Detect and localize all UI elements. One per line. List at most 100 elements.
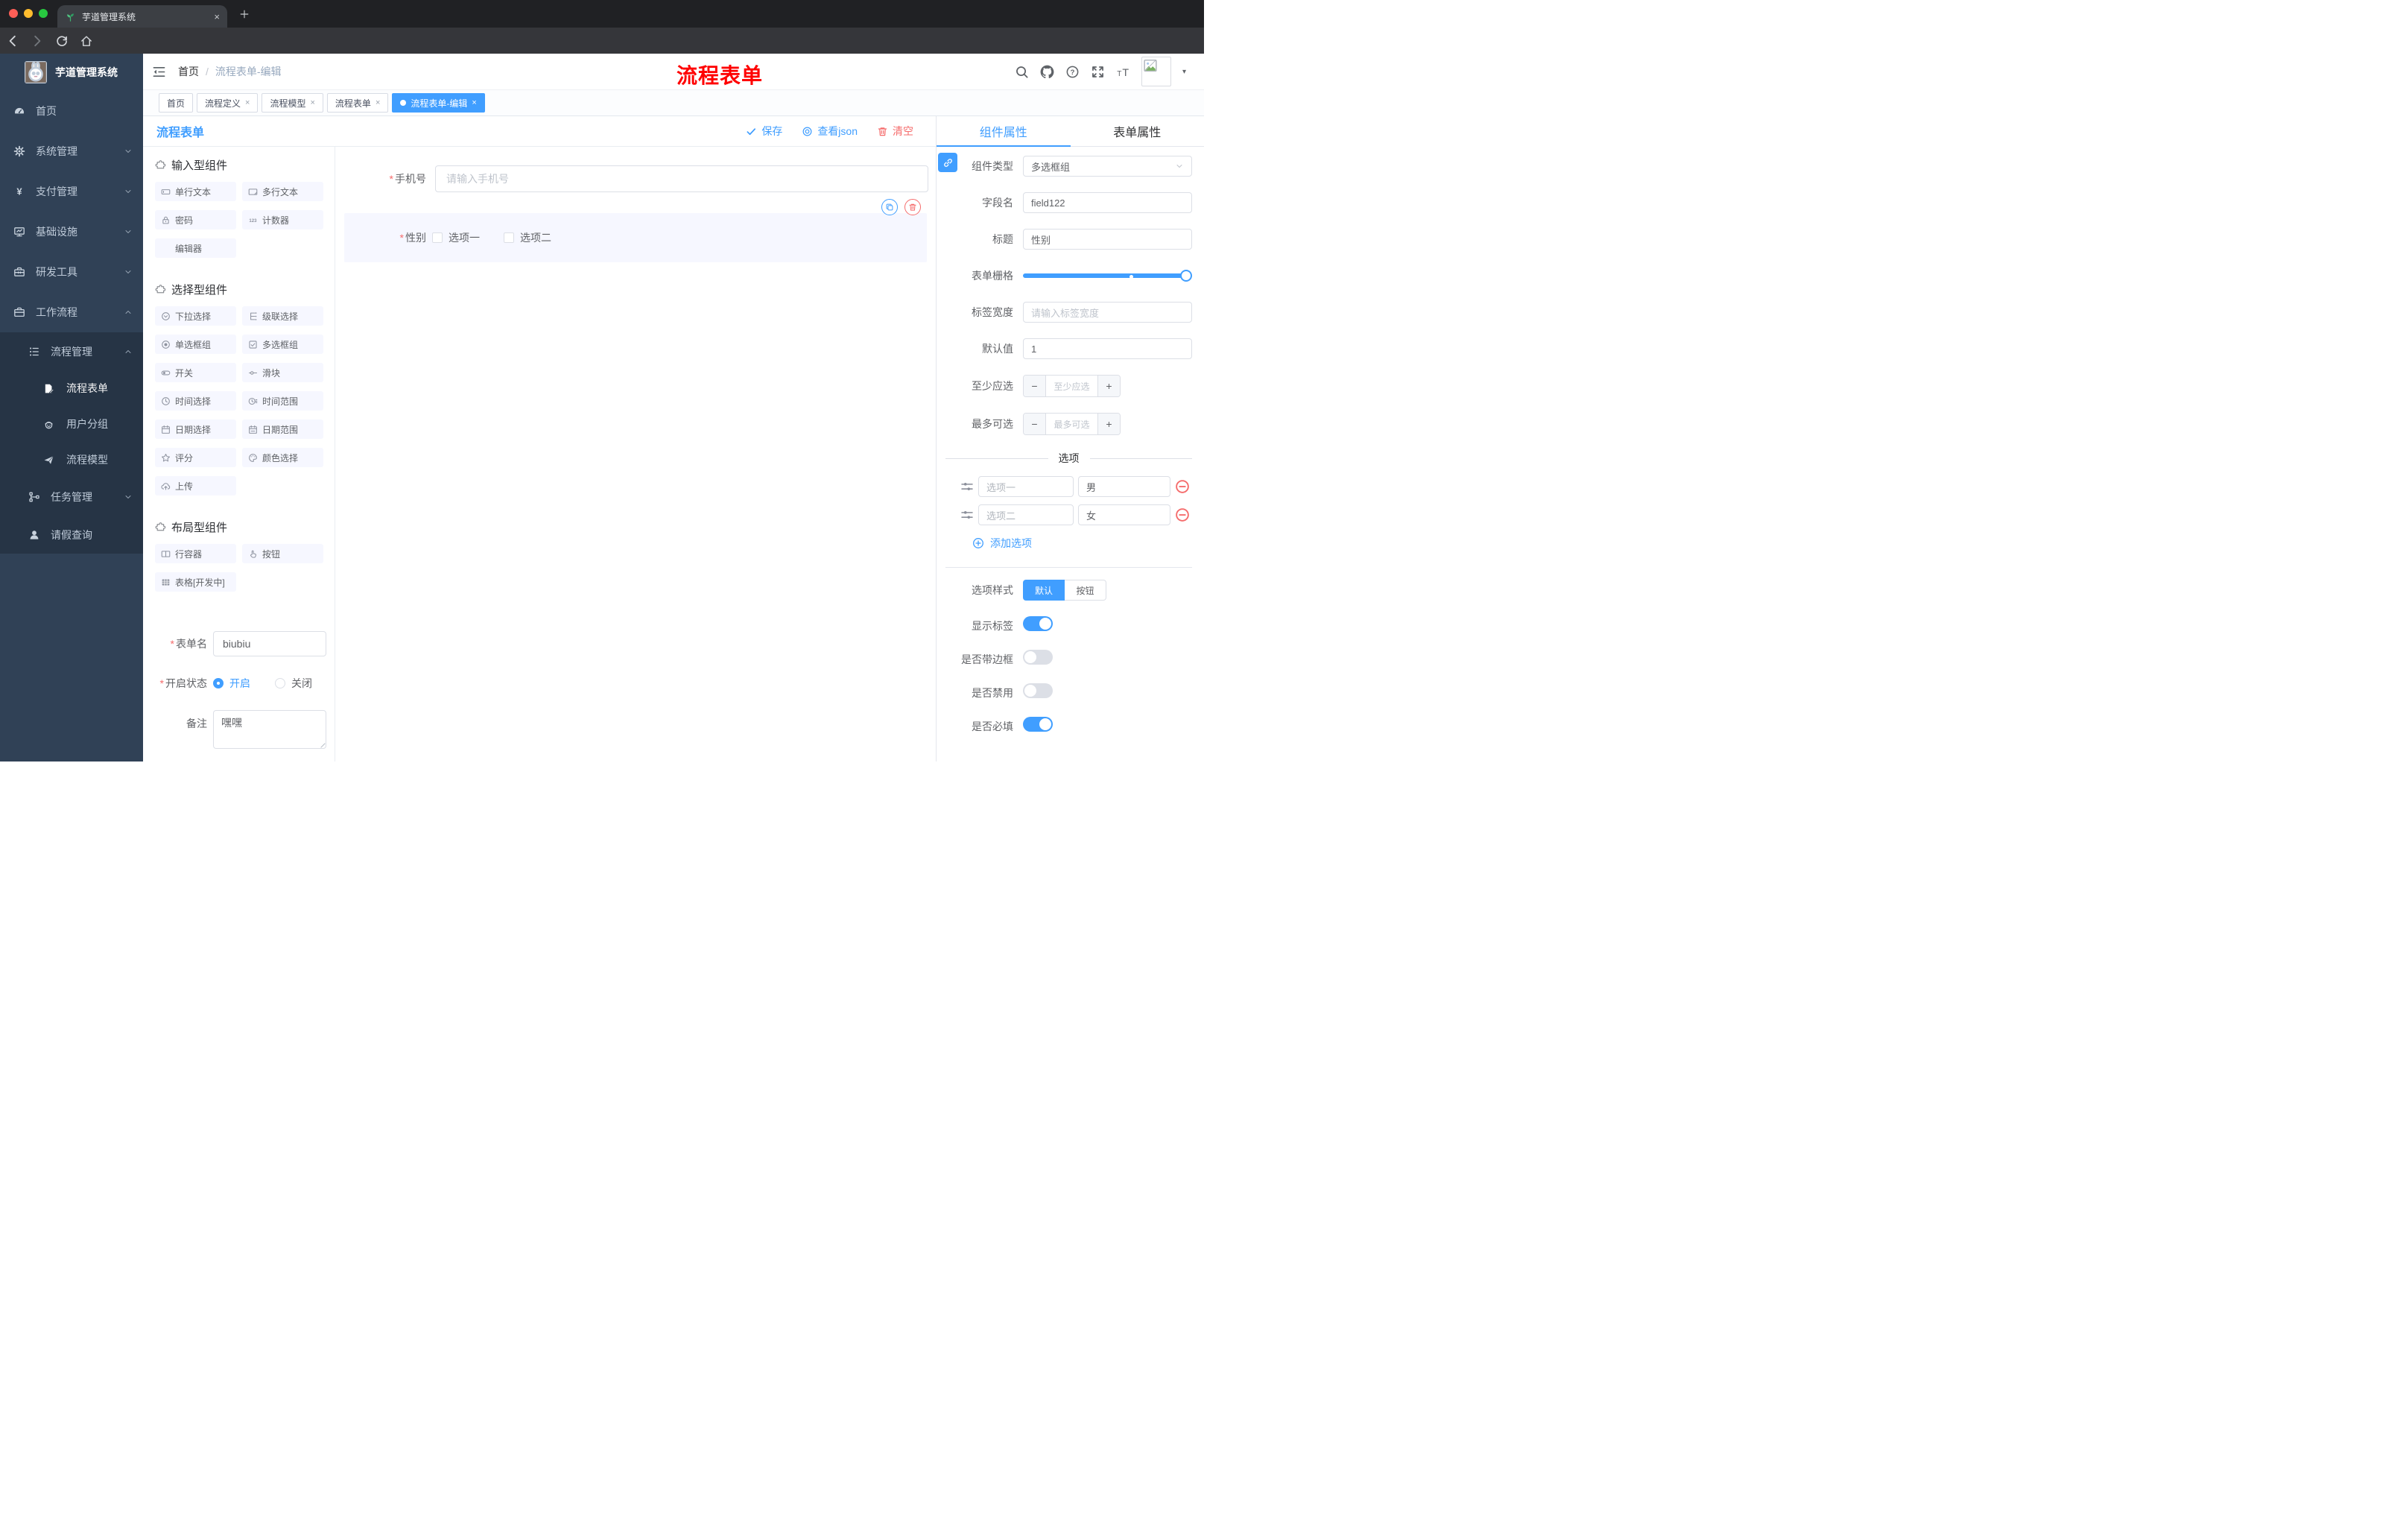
component-多行文本[interactable]: 多行文本 — [242, 182, 323, 201]
component-滑块[interactable]: 滑块 — [242, 363, 323, 382]
slider-track[interactable] — [1023, 273, 1186, 278]
new-tab-button[interactable] — [237, 7, 252, 22]
textarea-resize-handle[interactable] — [317, 739, 326, 748]
field-name-input[interactable]: field122 — [1023, 192, 1192, 213]
forward-icon[interactable] — [31, 34, 44, 48]
browser-tab[interactable]: 芋道管理系统 × — [57, 5, 227, 28]
fullscreen-icon[interactable] — [1091, 65, 1105, 79]
component-颜色选择[interactable]: 颜色选择 — [242, 448, 323, 467]
gender-option-1[interactable]: 选项一 — [432, 230, 480, 245]
phone-field-row[interactable]: * 手机号 请输入手机号 — [335, 165, 936, 192]
component-计数器[interactable]: 123 计数器 — [242, 210, 323, 229]
sidebar-item-流程表单[interactable]: 流程表单 — [0, 370, 143, 406]
min-select-stepper[interactable]: − 至少应选 + — [1023, 375, 1121, 397]
component-下拉选择[interactable]: 下拉选择 — [155, 306, 236, 326]
toggle-是否禁用[interactable] — [1023, 683, 1053, 698]
window-close-button[interactable] — [9, 9, 18, 18]
component-编辑器[interactable]: 编辑器 — [155, 238, 236, 258]
decrement-button[interactable]: − — [1024, 376, 1046, 396]
tag-view-首页[interactable]: 首页 — [159, 93, 194, 113]
toggle-是否必填[interactable] — [1023, 717, 1053, 732]
tab-close-icon[interactable]: × — [214, 11, 220, 22]
sidebar-fold-icon[interactable] — [152, 65, 166, 79]
sidebar-item-任务管理[interactable]: 任务管理 — [0, 478, 143, 516]
option-label-input[interactable]: 选项二 — [978, 504, 1074, 525]
decrement-button[interactable]: − — [1024, 414, 1046, 434]
sidebar-item-首页[interactable]: 首页 — [0, 91, 143, 131]
sidebar-item-基础设施[interactable]: 基础设施 — [0, 212, 143, 252]
remove-option-button[interactable] — [1175, 507, 1190, 522]
slider-handle[interactable] — [1180, 270, 1192, 282]
sidebar-item-工作流程[interactable]: 工作流程 — [0, 292, 143, 332]
tag-view-流程定义[interactable]: 流程定义 × — [197, 93, 259, 113]
increment-button[interactable]: + — [1097, 376, 1120, 396]
close-icon[interactable]: × — [310, 98, 314, 107]
toggle-是否带边框[interactable] — [1023, 650, 1053, 665]
tag-view-流程模型[interactable]: 流程模型 × — [262, 93, 323, 113]
sidebar-item-系统管理[interactable]: 系统管理 — [0, 131, 143, 171]
component-时间选择[interactable]: 时间选择 — [155, 391, 236, 411]
close-icon[interactable]: × — [472, 98, 476, 107]
style-default-button[interactable]: 默认 — [1023, 580, 1065, 601]
form-name-input[interactable]: biubiu — [213, 631, 326, 656]
style-button-button[interactable]: 按钮 — [1065, 580, 1106, 601]
component-按钮[interactable]: 按钮 — [242, 544, 323, 563]
sidebar-item-用户分组[interactable]: 用户分组 — [0, 406, 143, 442]
reload-icon[interactable] — [55, 34, 69, 48]
sidebar-logo-row[interactable]: 芋道管理系统 — [0, 54, 143, 91]
component-评分[interactable]: 评分 — [155, 448, 236, 467]
form-remark-textarea[interactable]: 嘿嘿 — [213, 710, 326, 749]
tag-view-流程表单[interactable]: 流程表单 × — [326, 93, 389, 113]
delete-component-button[interactable] — [904, 199, 921, 215]
home-icon[interactable] — [80, 34, 93, 48]
save-button[interactable]: 保存 — [746, 124, 782, 139]
font-size-icon[interactable]: TT — [1116, 65, 1130, 79]
sidebar-item-支付管理[interactable]: ¥ 支付管理 — [0, 171, 143, 212]
component-type-select[interactable]: 多选框组 — [1023, 156, 1192, 177]
sidebar-item-研发工具[interactable]: 研发工具 — [0, 252, 143, 292]
breadcrumb-home[interactable]: 首页 — [178, 64, 199, 79]
option-value-input[interactable]: 男 — [1078, 476, 1170, 497]
sidebar-item-流程管理[interactable]: 流程管理 — [0, 332, 143, 370]
component-上传[interactable]: 上传 — [155, 476, 236, 495]
option-value-input[interactable]: 女 — [1078, 504, 1170, 525]
status-radio-on[interactable]: 开启 — [213, 676, 250, 691]
clear-button[interactable]: 清空 — [877, 124, 913, 139]
default-value-input[interactable]: 1 — [1023, 338, 1192, 359]
gender-field-block-selected[interactable]: * 性别 选项一 选项二 — [344, 199, 927, 262]
duplicate-component-button[interactable] — [881, 199, 898, 215]
avatar-caret-icon[interactable]: ▾ — [1182, 68, 1186, 76]
component-日期范围[interactable]: 日期范围 — [242, 419, 323, 439]
status-radio-off[interactable]: 关闭 — [275, 676, 312, 691]
sidebar-item-流程模型[interactable]: 流程模型 — [0, 442, 143, 478]
github-icon[interactable] — [1040, 65, 1054, 79]
remove-option-button[interactable] — [1175, 479, 1190, 494]
label-width-input[interactable]: 请输入标签宽度 — [1023, 302, 1192, 323]
form-grid-slider[interactable] — [1023, 265, 1192, 286]
help-icon[interactable]: ? — [1065, 65, 1080, 79]
window-zoom-button[interactable] — [39, 9, 48, 18]
tab-form-props[interactable]: 表单属性 — [1071, 116, 1205, 146]
window-minimize-button[interactable] — [24, 9, 33, 18]
phone-field-input[interactable]: 请输入手机号 — [435, 165, 928, 192]
component-开关[interactable]: 开关 — [155, 363, 236, 382]
component-单选框组[interactable]: 单选框组 — [155, 335, 236, 354]
toggle-显示标签[interactable] — [1023, 616, 1053, 631]
form-canvas[interactable]: * 手机号 请输入手机号 * 性别 选项一 选项二 — [335, 147, 936, 762]
component-密码[interactable]: 密码 — [155, 210, 236, 229]
component-时间范围[interactable]: 时间范围 — [242, 391, 323, 411]
max-select-stepper[interactable]: − 最多可选 + — [1023, 413, 1121, 435]
close-icon[interactable]: × — [376, 98, 380, 107]
component-单行文本[interactable]: 单行文本 — [155, 182, 236, 201]
close-icon[interactable]: × — [245, 98, 250, 107]
back-icon[interactable] — [6, 34, 19, 48]
option-label-input[interactable]: 选项一 — [978, 476, 1074, 497]
component-表格[开发中][interactable]: 表格[开发中] — [155, 572, 236, 592]
tag-view-流程表单-编辑[interactable]: 流程表单-编辑 × — [392, 93, 485, 113]
checkbox-icon[interactable] — [504, 232, 514, 243]
search-icon[interactable] — [1015, 65, 1029, 79]
link-badge[interactable] — [938, 153, 957, 172]
checkbox-icon[interactable] — [432, 232, 443, 243]
add-option-button[interactable]: 添加选项 — [972, 536, 1192, 551]
increment-button[interactable]: + — [1097, 414, 1120, 434]
